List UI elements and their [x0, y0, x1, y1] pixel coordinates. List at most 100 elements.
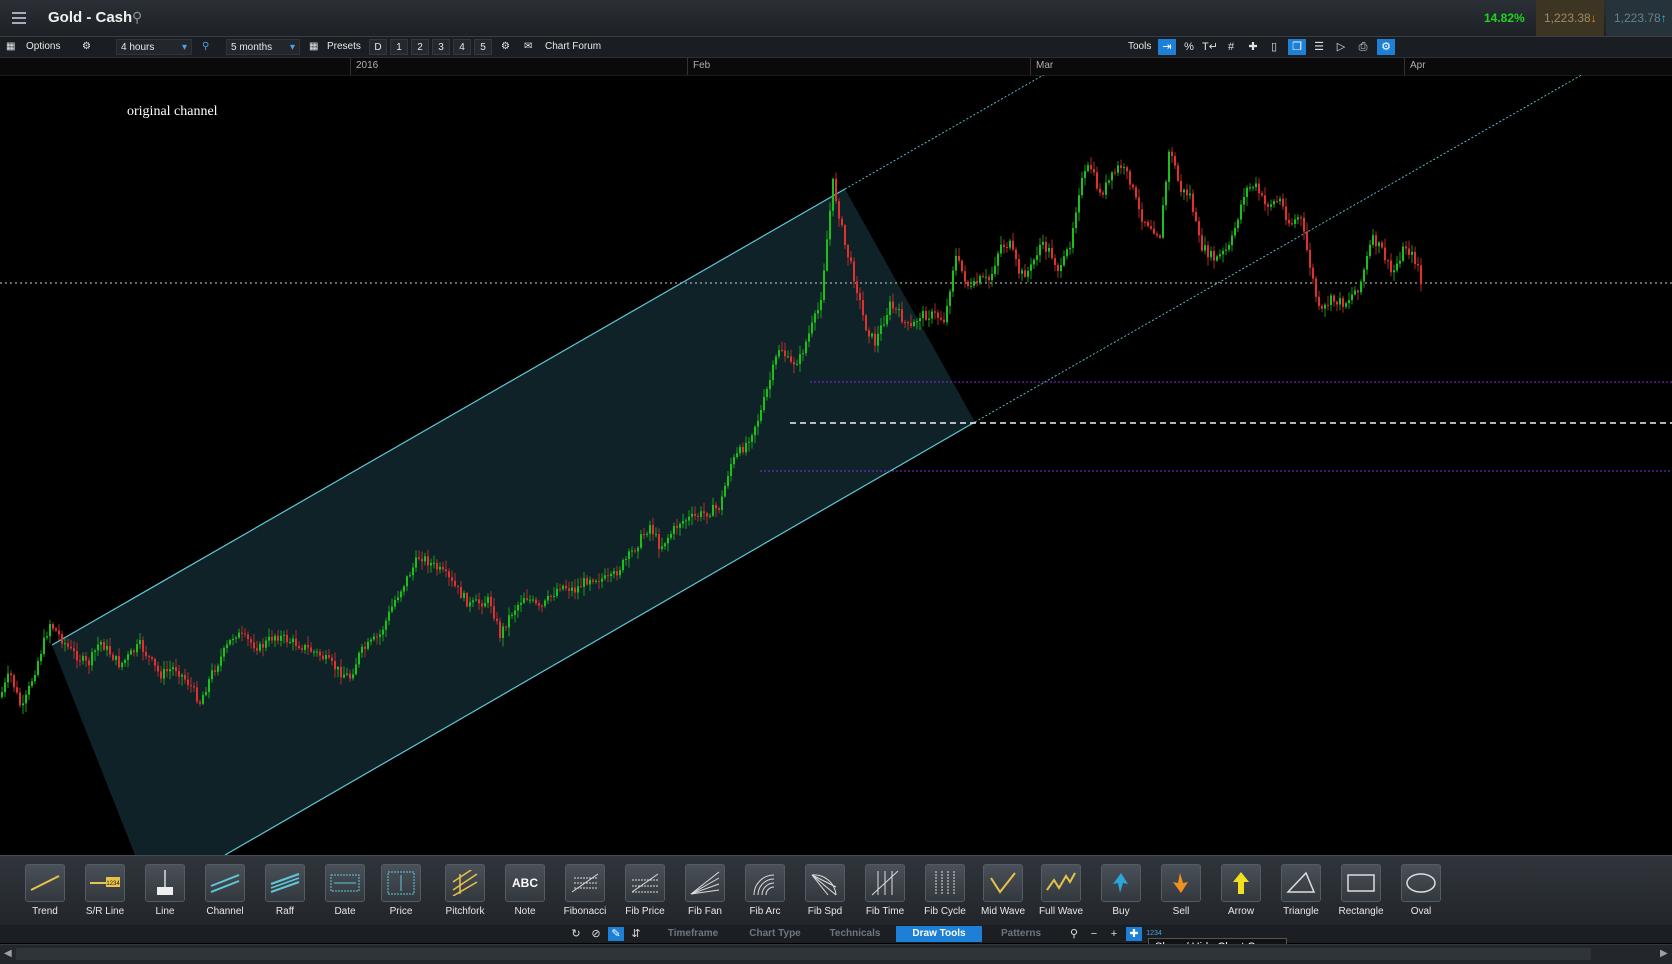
- interval-select[interactable]: 4 hours ▾: [116, 39, 192, 55]
- tool-arrow[interactable]: Arrow: [1213, 864, 1269, 917]
- tool-price[interactable]: Price: [373, 864, 429, 917]
- candle-body: [766, 389, 768, 398]
- tool-line[interactable]: Line: [137, 864, 193, 917]
- grid-icon[interactable]: #: [1222, 39, 1240, 55]
- chart-cursor-icon[interactable]: ✚: [1126, 927, 1142, 941]
- tool-fibonacci[interactable]: Fibonacci: [557, 864, 613, 917]
- tool-channel[interactable]: Channel: [197, 864, 253, 917]
- candle-icon[interactable]: ▯: [1265, 39, 1283, 55]
- date-label-feb: Feb: [693, 60, 711, 71]
- bars-icon[interactable]: ☰: [1310, 39, 1328, 55]
- candle-body: [1006, 247, 1008, 249]
- tool-fib-cycle[interactable]: Fib Cycle: [917, 864, 973, 917]
- panel-toggle-icon[interactable]: ▦: [6, 39, 18, 55]
- crosshair-icon[interactable]: ✚: [1244, 39, 1262, 55]
- candle-body: [685, 520, 687, 522]
- candle-body: [976, 281, 978, 284]
- settings-icon[interactable]: ⚙: [1377, 39, 1395, 55]
- preset-d-button[interactable]: D: [369, 39, 387, 55]
- tab-patterns[interactable]: Patterns: [982, 926, 1060, 942]
- instrument-title[interactable]: Gold - Cash: [48, 9, 132, 26]
- tag-icon[interactable]: ▷: [1332, 39, 1350, 55]
- chat-bubble-icon[interactable]: ✉: [524, 39, 538, 55]
- tool-triangle[interactable]: Triangle: [1273, 864, 1329, 917]
- candle-body: [1351, 294, 1353, 301]
- no-entry-icon[interactable]: ⊘: [588, 927, 604, 941]
- tool-trend[interactable]: Trend: [17, 864, 73, 917]
- preset-settings-icon[interactable]: ⚙: [501, 39, 513, 55]
- candle-body: [127, 654, 129, 660]
- preset-2-button[interactable]: 2: [411, 39, 429, 55]
- tool-rectangle[interactable]: Rectangle: [1333, 864, 1389, 917]
- zoom-in-icon[interactable]: +: [1106, 927, 1122, 941]
- tab-timeframe[interactable]: Timeframe: [650, 926, 736, 942]
- text-size-icon[interactable]: T↵: [1201, 39, 1219, 55]
- scroll-right-icon[interactable]: ▶: [1660, 948, 1668, 959]
- calendar-icon[interactable]: ▦: [309, 39, 321, 55]
- candle-body: [640, 534, 642, 548]
- up-down-icon[interactable]: ⇵: [628, 927, 644, 941]
- tool-sr-line[interactable]: 1234 S/R Line: [77, 864, 133, 917]
- range-select[interactable]: 5 months ▾: [226, 39, 300, 55]
- search-icon[interactable]: ⚲: [132, 9, 142, 26]
- tool-oval[interactable]: Oval: [1393, 864, 1449, 917]
- chart-forum-link[interactable]: Chart Forum: [545, 39, 601, 55]
- options-button[interactable]: Options: [26, 39, 60, 55]
- tool-pitchfork[interactable]: Pitchfork: [437, 864, 493, 917]
- tool-mid-wave[interactable]: Mid Wave: [975, 864, 1031, 917]
- cursor-arrow-icon[interactable]: ⇥: [1158, 39, 1176, 55]
- preset-5-button[interactable]: 5: [474, 39, 492, 55]
- price-chart[interactable]: [0, 75, 1672, 855]
- tool-fib-price[interactable]: Fib Price: [617, 864, 673, 917]
- candle-body: [919, 318, 921, 322]
- zoom-out-icon[interactable]: −: [1086, 927, 1102, 941]
- menu-icon[interactable]: [6, 6, 32, 30]
- preset-4-button[interactable]: 4: [453, 39, 471, 55]
- refresh-icon[interactable]: ↻: [568, 927, 584, 941]
- tool-fib-speed[interactable]: Fib Spd: [797, 864, 853, 917]
- candle-body: [394, 599, 396, 607]
- candle-body: [454, 580, 456, 586]
- chart-toolbar: ▦ Options ⚙ 4 hours ▾ ⚲ 5 months ▾ ▦ Prese…: [0, 37, 1672, 58]
- candle-body: [478, 599, 480, 604]
- zoom-icon[interactable]: ⚲: [1066, 927, 1082, 941]
- window-icon[interactable]: ❐: [1288, 39, 1306, 55]
- tool-raff[interactable]: Raff: [257, 864, 313, 917]
- candle-body: [517, 604, 519, 611]
- date-range-icon: [330, 874, 360, 892]
- percent-icon[interactable]: %: [1180, 39, 1198, 55]
- tool-fib-time[interactable]: Fib Time: [857, 864, 913, 917]
- candle-body: [613, 571, 615, 574]
- tool-fib-arc[interactable]: Fib Arc: [737, 864, 793, 917]
- tool-sell[interactable]: Sell: [1153, 864, 1209, 917]
- scroll-thumb[interactable]: [16, 948, 1591, 960]
- sell-price-button[interactable]: 1,223.38↓: [1536, 0, 1604, 36]
- tool-full-wave[interactable]: Full Wave: [1033, 864, 1089, 917]
- tab-draw-tools[interactable]: Draw Tools: [896, 926, 982, 942]
- tab-chart-type[interactable]: Chart Type: [736, 926, 814, 942]
- candle-body: [202, 695, 204, 704]
- tool-fib-fan[interactable]: Fib Fan: [677, 864, 733, 917]
- tool-label: Line: [155, 906, 175, 917]
- pencil-icon[interactable]: ✎: [608, 927, 624, 941]
- scroll-left-icon[interactable]: ◀: [4, 948, 12, 959]
- candle-body: [877, 333, 879, 346]
- candle-body: [718, 508, 720, 510]
- candle-body: [1414, 251, 1416, 265]
- tool-date[interactable]: Date: [317, 864, 373, 917]
- chart-annotation[interactable]: original channel: [127, 104, 218, 120]
- candle-body: [715, 504, 717, 509]
- print-icon[interactable]: ⎙: [1354, 39, 1372, 55]
- preset-3-button[interactable]: 3: [432, 39, 450, 55]
- buy-price-button[interactable]: 1,223.78↑: [1606, 0, 1672, 36]
- tab-technicals[interactable]: Technicals: [814, 926, 896, 942]
- gear-icon[interactable]: ⚙: [82, 39, 94, 55]
- tool-note[interactable]: ABC Note: [497, 864, 553, 917]
- tool-buy[interactable]: Buy: [1093, 864, 1149, 917]
- chart-scrollbar[interactable]: ◀ ▶: [0, 944, 1672, 964]
- candle-body: [1276, 201, 1278, 203]
- candle-body: [826, 239, 828, 271]
- date-axis: 2016 Feb Mar Apr: [0, 58, 1672, 76]
- preset-1-button[interactable]: 1: [390, 39, 408, 55]
- lock-icon[interactable]: ⚲: [202, 39, 212, 55]
